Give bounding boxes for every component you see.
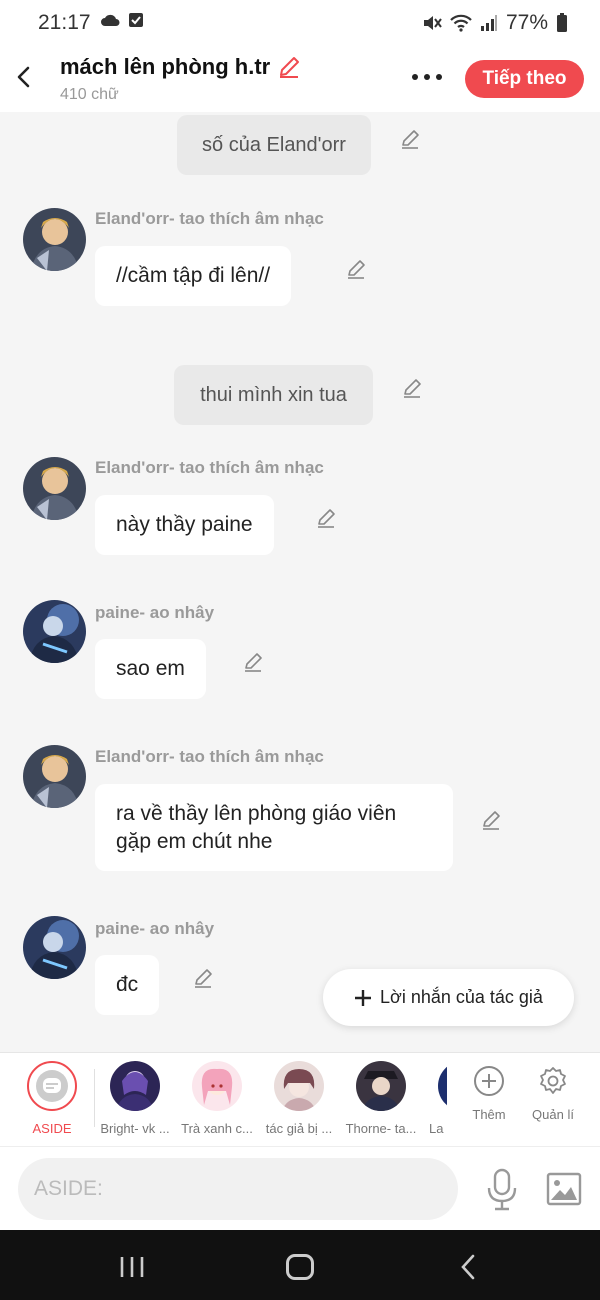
word-count: 410 chữ — [60, 86, 119, 103]
message-bubble[interactable]: đc — [95, 955, 160, 1015]
character-label: La — [429, 1121, 444, 1136]
character-bar: ASIDE Bright- vk ... Trà xanh c... tác g… — [0, 1052, 600, 1146]
aside-message[interactable]: thui mình xin tua — [174, 365, 373, 425]
avatar — [192, 1061, 242, 1111]
home-icon[interactable] — [286, 1254, 314, 1280]
avatar-paine[interactable] — [23, 600, 86, 663]
sender-name: Eland'orr- tao thích âm nhạc — [95, 747, 324, 766]
message-bubble[interactable]: ra về thầy lên phòng giáo viên gặp em ch… — [95, 784, 453, 871]
avatar-elandorr[interactable] — [23, 745, 86, 808]
character-aside[interactable]: ASIDE — [12, 1061, 92, 1136]
more-options-icon[interactable] — [412, 74, 442, 80]
edit-message-icon[interactable] — [345, 258, 367, 280]
sender-name: paine- ao nhây — [95, 603, 215, 622]
avatar — [274, 1061, 324, 1111]
avatar — [110, 1061, 160, 1111]
manage-characters-button[interactable]: Quản lí — [523, 1065, 583, 1122]
edit-message-icon[interactable] — [315, 507, 337, 529]
input-area — [0, 1146, 600, 1230]
avatar-paine[interactable] — [23, 916, 86, 979]
battery-icon — [557, 13, 567, 32]
sender-name: Eland'orr- tao thích âm nhạc — [95, 458, 324, 477]
signal-icon — [480, 15, 497, 31]
edit-message-icon[interactable] — [401, 377, 423, 399]
gear-icon — [540, 1067, 566, 1094]
nav-back-icon[interactable] — [460, 1254, 476, 1280]
manage-label: Quản lí — [532, 1107, 574, 1122]
aside-message[interactable]: số của Eland'orr — [177, 115, 371, 175]
character-la[interactable]: La — [423, 1061, 447, 1136]
checkbox-icon — [129, 13, 143, 27]
next-button[interactable]: Tiếp theo — [465, 60, 584, 98]
character-label: Trà xanh c... — [181, 1121, 253, 1136]
add-label: Thêm — [472, 1107, 506, 1122]
chat-area[interactable]: số của Eland'orr Eland'orr- tao thích âm… — [0, 112, 600, 1052]
character-tac-gia[interactable]: tác giả bị ... — [259, 1061, 339, 1136]
wifi-icon — [450, 14, 472, 32]
plus-icon — [355, 989, 372, 1006]
message-bubble[interactable]: này thầy paine — [95, 495, 274, 555]
navigation-bar — [0, 1230, 600, 1300]
character-label: tác giả bị ... — [265, 1121, 333, 1136]
add-circle-icon — [474, 1066, 504, 1096]
recent-apps-icon[interactable] — [119, 1256, 145, 1278]
add-character-button[interactable]: Thêm — [459, 1065, 519, 1122]
character-bright[interactable]: Bright- vk ... — [95, 1061, 175, 1136]
back-arrow-icon[interactable] — [12, 62, 36, 92]
sender-name: Eland'orr- tao thích âm nhạc — [95, 209, 324, 228]
message-bubble[interactable]: //cầm tập đi lên// — [95, 246, 292, 306]
aside-input[interactable] — [18, 1158, 458, 1220]
status-time: 21:17 — [38, 11, 91, 34]
character-label: Thorne- ta... — [345, 1121, 417, 1136]
author-note-button[interactable]: Lời nhắn của tác giả — [323, 969, 574, 1026]
edit-message-icon[interactable] — [192, 967, 214, 989]
microphone-icon[interactable] — [484, 1167, 520, 1213]
character-thorne[interactable]: Thorne- ta... — [341, 1061, 421, 1136]
character-label: ASIDE — [32, 1121, 72, 1136]
aside-icon — [36, 1070, 68, 1102]
edit-message-icon[interactable] — [399, 128, 421, 150]
status-bar: 21:17 77% — [0, 0, 600, 46]
character-tra-xanh[interactable]: Trà xanh c... — [177, 1061, 257, 1136]
battery-percent: 77% — [505, 11, 548, 34]
message-bubble[interactable]: sao em — [95, 639, 206, 699]
cloud-icon — [101, 14, 120, 26]
header: mách lên phòng h.tr 410 chữ Tiếp theo — [0, 46, 600, 112]
avatar — [438, 1061, 447, 1111]
avatar — [356, 1061, 406, 1111]
avatar-elandorr[interactable] — [23, 208, 86, 271]
edit-message-icon[interactable] — [242, 651, 264, 673]
edit-message-icon[interactable] — [480, 809, 502, 831]
character-label: Bright- vk ... — [100, 1121, 170, 1136]
sender-name: paine- ao nhây — [95, 919, 215, 938]
image-icon[interactable] — [546, 1171, 582, 1207]
mute-icon — [423, 16, 442, 30]
edit-title-icon[interactable] — [276, 54, 302, 80]
story-title: mách lên phòng h.tr — [60, 54, 271, 79]
avatar-elandorr[interactable] — [23, 457, 86, 520]
